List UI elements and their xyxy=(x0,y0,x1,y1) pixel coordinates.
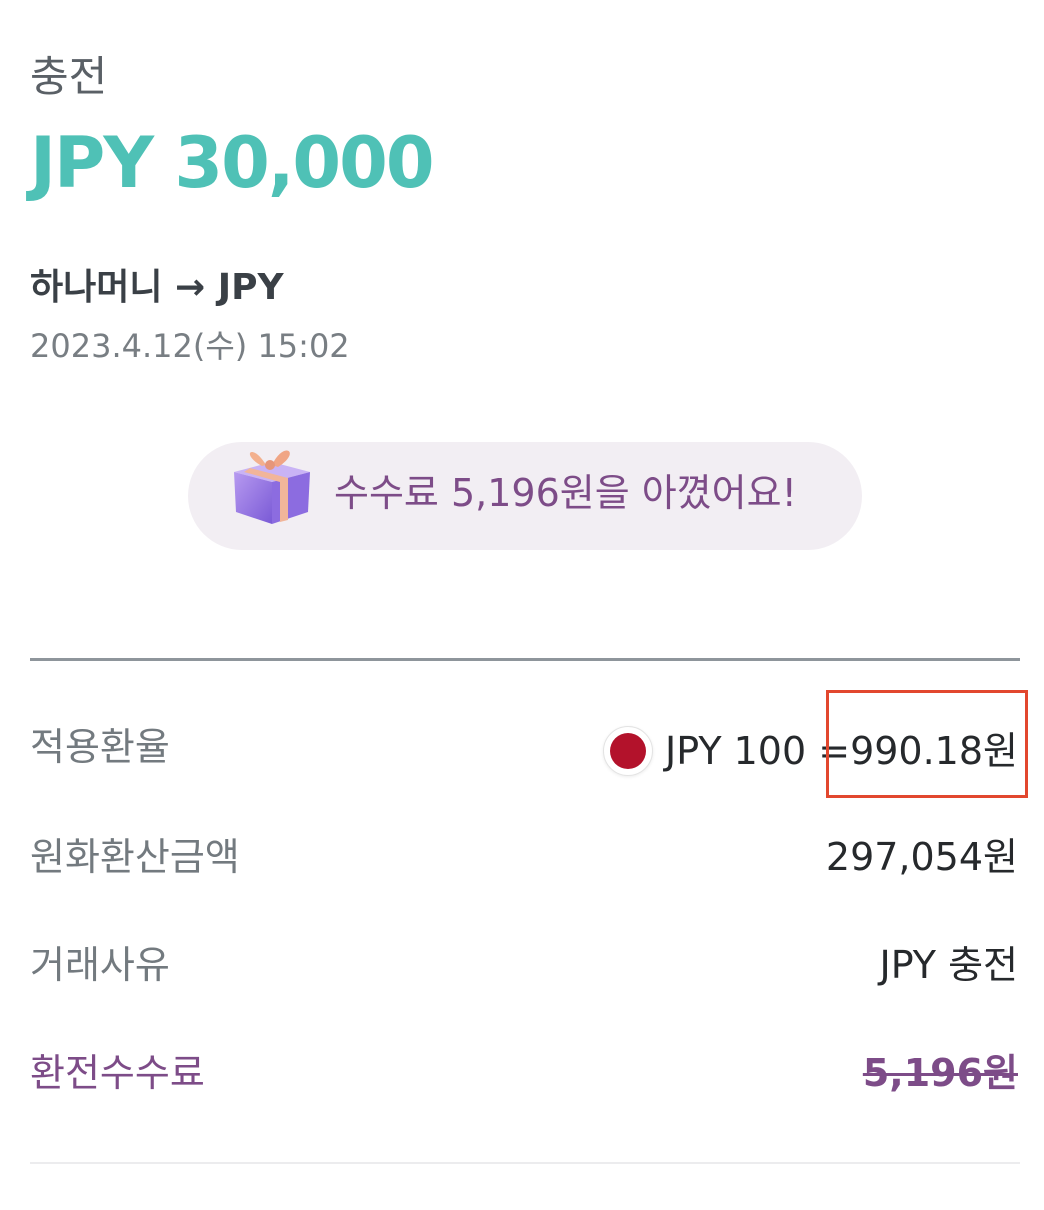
section-divider xyxy=(30,658,1020,661)
krw-amount-label: 원화환산금액 xyxy=(30,835,240,879)
fee-value: 5,196원 xyxy=(862,1051,1018,1095)
rate-label: 적용환율 xyxy=(30,725,170,769)
fee-label: 환전수수료 xyxy=(30,1051,205,1095)
reason-value: JPY 충전 xyxy=(879,943,1019,987)
transaction-datetime: 2023.4.12(수) 15:02 xyxy=(30,327,350,365)
reason-label: 거래사유 xyxy=(30,943,170,987)
page-title: 충전 xyxy=(30,52,108,101)
rate-prefix: JPY 100 = xyxy=(665,729,851,773)
krw-amount-value: 297,054원 xyxy=(825,835,1018,879)
savings-text: 수수료 5,196원을 아꼈어요! xyxy=(334,471,797,515)
charge-amount: JPY 30,000 xyxy=(30,122,435,204)
gift-icon xyxy=(234,450,310,524)
highlight-box xyxy=(826,690,1028,798)
transfer-route: 하나머니 → JPY xyxy=(30,267,284,308)
bottom-divider xyxy=(30,1162,1020,1164)
japan-flag-icon xyxy=(603,726,654,776)
savings-badge: 수수료 5,196원을 아꼈어요! xyxy=(188,442,862,550)
